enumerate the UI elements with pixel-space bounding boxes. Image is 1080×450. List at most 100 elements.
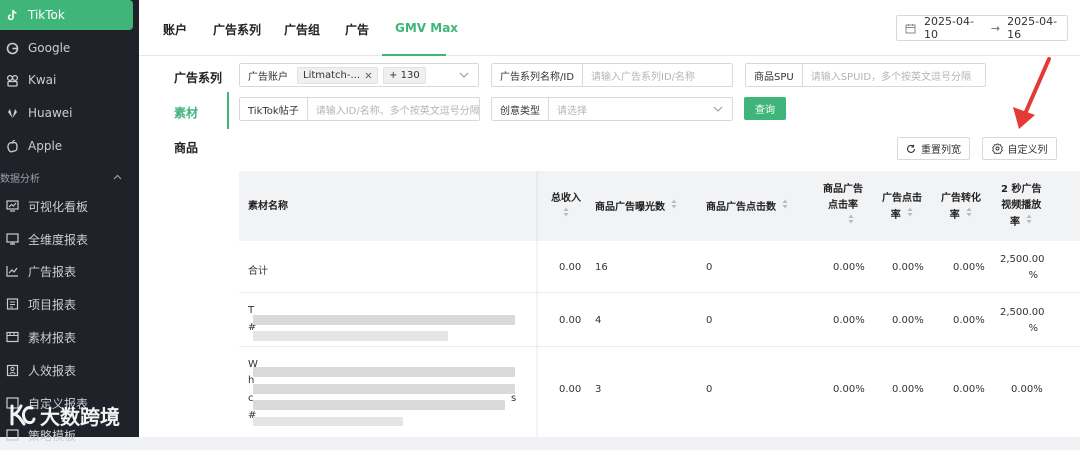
kwai-icon xyxy=(4,72,20,88)
main-panel: 账户 广告系列 广告组 广告 GMV Max 2025-04-10 → 2025… xyxy=(139,0,1080,437)
refresh-icon xyxy=(906,144,916,154)
cell-ctr: 0.00% xyxy=(833,315,865,326)
watermark-text: 大数跨境 xyxy=(40,404,120,429)
date-arrow-icon: → xyxy=(990,21,1001,35)
tiktok-post-field[interactable]: TikTok帖子 请输入ID/名称、多个按英文逗号分隔 xyxy=(239,97,480,121)
sort-icon[interactable] xyxy=(1026,214,1032,230)
ad-account-label: 广告账户 xyxy=(248,71,288,83)
table-row: W h c # s 0.00 3 0 0.00% 0.00% 0.00% 0.0… xyxy=(239,347,1080,437)
date-start[interactable]: 2025-04-10 xyxy=(924,15,984,41)
material-table: 素材名称 总收入 商品广告曝光数 商品广告点击数 商品广告 点击率 广告点击 率 xyxy=(239,171,1080,437)
watermark-logo-icon xyxy=(10,404,36,426)
campaign-input[interactable]: 请输入广告系列ID/名称 xyxy=(583,68,695,83)
sidebar-item-tiktok[interactable]: TikTok xyxy=(0,0,133,30)
date-end[interactable]: 2025-04-16 xyxy=(1007,15,1067,41)
creative-type-value[interactable]: 请选择 xyxy=(549,102,587,117)
annotation-arrow-icon xyxy=(1013,57,1051,129)
col-material-name[interactable]: 素材名称 xyxy=(248,199,288,215)
sidebar-item-project-report[interactable]: 项目报表 xyxy=(0,289,139,319)
sidebar-item-efficiency-report[interactable]: 人效报表 xyxy=(0,355,139,385)
spu-label: 商品SPU xyxy=(746,64,803,86)
cell-click-rate: 0.00% xyxy=(892,384,924,395)
sidebar-item-kwai[interactable]: Kwai xyxy=(0,65,139,95)
cell-2s-video-rate-value: 2,500.00 xyxy=(1000,307,1045,318)
ad-account-tag-text: Litmatch-... xyxy=(303,69,361,81)
blurred-text xyxy=(253,367,515,377)
left-nav-campaign[interactable]: 广告系列 xyxy=(174,69,222,86)
sidebar-item-google[interactable]: Google xyxy=(0,33,139,63)
watermark-logo: 大数跨境 xyxy=(8,400,120,430)
sort-icon[interactable] xyxy=(848,214,854,230)
sidebar-item-huawei[interactable]: Huawei xyxy=(0,98,139,128)
tiktok-icon xyxy=(4,7,20,23)
cell-revenue: 0.00 xyxy=(559,262,582,273)
col-revenue[interactable]: 总收入 xyxy=(551,191,581,224)
active-tab-indicator xyxy=(382,54,446,56)
tiktok-post-label: TikTok帖子 xyxy=(240,98,308,120)
spu-input[interactable]: 请输入SPUID，多个按英文逗号分隔 xyxy=(803,68,971,83)
sort-icon[interactable] xyxy=(966,207,972,223)
col-impressions[interactable]: 商品广告曝光数 xyxy=(595,199,677,216)
tab-adgroup[interactable]: 广告组 xyxy=(284,21,320,38)
sidebar-item-apple[interactable]: Apple xyxy=(0,131,139,161)
tab-gmv-max[interactable]: GMV Max xyxy=(395,21,458,35)
left-nav-material[interactable]: 素材 xyxy=(174,104,198,121)
query-button[interactable]: 查询 xyxy=(744,97,786,120)
tiktok-post-input[interactable]: 请输入ID/名称、多个按英文逗号分隔 xyxy=(308,102,479,117)
custom-columns-button[interactable]: 自定义列 xyxy=(982,137,1057,160)
col-ad-click-rate-label-1: 广告点击 xyxy=(882,193,922,204)
sidebar-item-label: TikTok xyxy=(28,8,65,22)
cell-click-rate: 0.00% xyxy=(892,315,924,326)
chart-icon xyxy=(4,263,20,279)
close-icon[interactable] xyxy=(365,72,372,79)
col-conversion-rate[interactable]: 广告转化 率 xyxy=(941,191,981,224)
cell-2s-video-rate: 2,500.00 % xyxy=(1000,305,1045,337)
cell-revenue: 0.00 xyxy=(559,315,582,326)
cell-2s-video-rate: 0.00% xyxy=(1011,384,1043,395)
huawei-icon xyxy=(4,105,20,121)
cell-clicks: 0 xyxy=(706,384,713,395)
sidebar-item-ad-report[interactable]: 广告报表 xyxy=(0,256,139,286)
sort-icon[interactable] xyxy=(907,207,913,223)
col-clicks[interactable]: 商品广告点击数 xyxy=(706,199,788,216)
col-ad-click-rate-label-2: 率 xyxy=(890,210,901,221)
spu-search-field[interactable]: 商品SPU 请输入SPUID，多个按英文逗号分隔 xyxy=(745,63,986,87)
sort-icon[interactable] xyxy=(782,199,788,215)
ad-account-select[interactable]: 广告账户 Litmatch-... + 130 xyxy=(239,63,479,87)
apple-icon xyxy=(4,138,20,154)
creative-type-select[interactable]: 创意类型 请选择 xyxy=(491,97,733,121)
col-ad-click-rate[interactable]: 广告点击 率 xyxy=(882,191,922,224)
tab-ad[interactable]: 广告 xyxy=(345,21,369,38)
sidebar-item-label: Google xyxy=(28,41,71,55)
cell-name: 合计 xyxy=(248,266,268,277)
left-nav-product[interactable]: 商品 xyxy=(174,139,198,156)
date-range-picker[interactable]: 2025-04-10 → 2025-04-16 xyxy=(896,15,1068,41)
campaign-search-field[interactable]: 广告系列名称/ID 请输入广告系列ID/名称 xyxy=(491,63,733,87)
cell-revenue: 0.00 xyxy=(559,384,582,395)
col-ctr-label-1: 商品广告 xyxy=(823,184,863,195)
blurred-text xyxy=(253,400,505,410)
col-clicks-label: 商品广告点击数 xyxy=(706,202,776,213)
col-ctr[interactable]: 商品广告 点击率 xyxy=(823,182,863,231)
media-icon xyxy=(4,329,20,345)
cell-conv-rate: 0.00% xyxy=(953,262,985,273)
sidebar-item-full-report[interactable]: 全维度报表 xyxy=(0,224,139,254)
tab-account[interactable]: 账户 xyxy=(163,21,187,38)
sidebar-section-data-analysis[interactable]: 数据分析 xyxy=(0,168,139,186)
custom-columns-label: 自定义列 xyxy=(1007,145,1048,156)
blurred-text xyxy=(253,417,403,426)
reset-columns-button[interactable]: 重置列宽 xyxy=(897,137,970,160)
sidebar-item-label: 广告报表 xyxy=(28,264,77,279)
sidebar-item-material-report[interactable]: 素材报表 xyxy=(0,322,139,352)
blurred-text xyxy=(253,384,515,394)
left-nav-active-indicator xyxy=(227,92,229,129)
sort-icon[interactable] xyxy=(671,199,677,215)
creative-type-label: 创意类型 xyxy=(492,98,549,120)
sidebar-item-dashboard[interactable]: 可视化看板 xyxy=(0,191,139,221)
sidebar-item-label: 素材报表 xyxy=(28,330,77,345)
sort-icon[interactable] xyxy=(563,207,569,223)
col-2s-video-play-rate[interactable]: 2 秒广告 视频播放 率 xyxy=(1001,182,1041,231)
sidebar-section-label: 数据分析 xyxy=(0,173,40,185)
tab-campaign[interactable]: 广告系列 xyxy=(213,21,261,38)
cell-conv-rate: 0.00% xyxy=(953,315,985,326)
